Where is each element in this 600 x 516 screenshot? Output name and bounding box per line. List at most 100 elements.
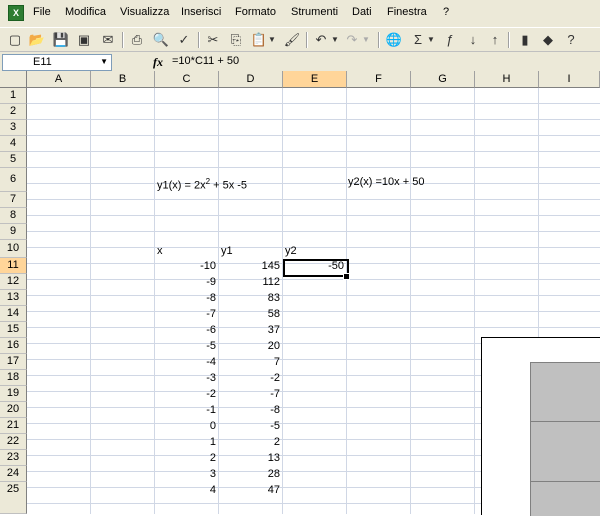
- y1-value-cell[interactable]: -8: [219, 402, 280, 418]
- row-header[interactable]: 18: [0, 370, 27, 386]
- row-header[interactable]: 5: [0, 152, 27, 168]
- formula-input[interactable]: =10*C11 + 50: [172, 55, 239, 67]
- x-value-cell[interactable]: -10: [155, 258, 216, 274]
- y1-value-cell[interactable]: -7: [219, 386, 280, 402]
- menu-help[interactable]: ?: [443, 6, 449, 18]
- row-header[interactable]: 4: [0, 136, 27, 152]
- column-header-g[interactable]: G: [411, 71, 475, 88]
- menu-inserisci[interactable]: Inserisci: [181, 6, 221, 18]
- x-value-cell[interactable]: -4: [155, 354, 216, 370]
- paste-dropdown-icon[interactable]: ▼: [267, 31, 277, 49]
- chevron-down-icon[interactable]: ▼: [100, 57, 108, 66]
- y1-value-cell[interactable]: -5: [219, 418, 280, 434]
- spelling-icon[interactable]: ✓: [175, 31, 193, 49]
- drawing-icon[interactable]: ◆: [539, 31, 557, 49]
- format-painter-icon[interactable]: 🖌: [283, 31, 301, 49]
- row-header[interactable]: 1: [0, 88, 27, 104]
- menu-finestra[interactable]: Finestra: [387, 6, 427, 18]
- menu-modifica[interactable]: Modifica: [65, 6, 106, 18]
- x-value-cell[interactable]: -5: [155, 338, 216, 354]
- row-header[interactable]: 9: [0, 224, 27, 240]
- row-header[interactable]: 6: [0, 168, 27, 192]
- x-value-cell[interactable]: 0: [155, 418, 216, 434]
- select-all-corner[interactable]: [0, 71, 27, 88]
- name-box[interactable]: E11 ▼: [2, 54, 112, 71]
- sort-ascending-icon[interactable]: ↓: [464, 31, 482, 49]
- redo-icon[interactable]: ↷: [343, 31, 361, 49]
- y1-value-cell[interactable]: 112: [219, 274, 280, 290]
- row-header[interactable]: 23: [0, 450, 27, 466]
- copy-icon[interactable]: ⎘: [227, 31, 245, 49]
- print-preview-icon[interactable]: 🔍: [152, 31, 170, 49]
- row-header[interactable]: 19: [0, 386, 27, 402]
- row-header[interactable]: 25: [0, 482, 27, 514]
- row-header[interactable]: 14: [0, 306, 27, 322]
- column-header-a[interactable]: A: [27, 71, 91, 88]
- y1-value-cell[interactable]: 145: [219, 258, 280, 274]
- row-header[interactable]: 8: [0, 208, 27, 224]
- row-header[interactable]: 11: [0, 258, 27, 274]
- y1-value-cell[interactable]: 37: [219, 322, 280, 338]
- menu-visualizza[interactable]: Visualizza: [120, 6, 169, 18]
- column-header-f[interactable]: F: [347, 71, 411, 88]
- sort-descending-icon[interactable]: ↑: [486, 31, 504, 49]
- row-header[interactable]: 7: [0, 192, 27, 208]
- function-wizard-icon[interactable]: ƒ: [441, 31, 459, 49]
- y1-value-cell[interactable]: 83: [219, 290, 280, 306]
- excel-app-icon[interactable]: X: [8, 5, 24, 21]
- row-header[interactable]: 20: [0, 402, 27, 418]
- column-header-h[interactable]: H: [475, 71, 539, 88]
- chart-wizard-icon[interactable]: ▮: [516, 31, 534, 49]
- fill-handle[interactable]: [343, 273, 350, 280]
- x-value-cell[interactable]: -7: [155, 306, 216, 322]
- row-header[interactable]: 12: [0, 274, 27, 290]
- row-header[interactable]: 2: [0, 104, 27, 120]
- row-header[interactable]: 3: [0, 120, 27, 136]
- y1-value-cell[interactable]: 13: [219, 450, 280, 466]
- x-value-cell[interactable]: -2: [155, 386, 216, 402]
- y1-value-cell[interactable]: -2: [219, 370, 280, 386]
- save-icon[interactable]: 💾: [52, 31, 70, 49]
- menu-formato[interactable]: Formato: [235, 6, 276, 18]
- cut-icon[interactable]: ✂: [204, 31, 222, 49]
- menu-strumenti[interactable]: Strumenti: [291, 6, 338, 18]
- row-header[interactable]: 24: [0, 466, 27, 482]
- permission-icon[interactable]: ▣: [75, 31, 93, 49]
- hyperlink-icon[interactable]: 🌐: [385, 31, 403, 49]
- column-header-c[interactable]: C: [155, 71, 219, 88]
- menu-dati[interactable]: Dati: [352, 6, 372, 18]
- new-icon[interactable]: ▢: [6, 31, 24, 49]
- embedded-chart[interactable]: [481, 337, 600, 516]
- column-header-d[interactable]: D: [219, 71, 283, 88]
- y1-value-cell[interactable]: 7: [219, 354, 280, 370]
- x-value-cell[interactable]: -3: [155, 370, 216, 386]
- row-header[interactable]: 10: [0, 240, 27, 258]
- help-icon[interactable]: ?: [562, 31, 580, 49]
- row-header[interactable]: 16: [0, 338, 27, 354]
- autosum-dropdown-icon[interactable]: ▼: [426, 31, 436, 49]
- print-icon[interactable]: ⎙: [128, 31, 146, 49]
- row-header[interactable]: 15: [0, 322, 27, 338]
- x-value-cell[interactable]: 1: [155, 434, 216, 450]
- paste-icon[interactable]: 📋: [250, 31, 268, 49]
- redo-dropdown-icon[interactable]: ▼: [361, 31, 371, 49]
- x-value-cell[interactable]: -9: [155, 274, 216, 290]
- undo-icon[interactable]: ↶: [312, 31, 330, 49]
- column-header-b[interactable]: B: [91, 71, 155, 88]
- open-icon[interactable]: 📂: [28, 31, 46, 49]
- active-cell-border[interactable]: [283, 259, 349, 277]
- x-value-cell[interactable]: 4: [155, 482, 216, 498]
- x-value-cell[interactable]: 2: [155, 450, 216, 466]
- column-header-i[interactable]: I: [539, 71, 600, 88]
- undo-dropdown-icon[interactable]: ▼: [330, 31, 340, 49]
- chart-plot-area[interactable]: [530, 362, 600, 516]
- y1-value-cell[interactable]: 2: [219, 434, 280, 450]
- row-header[interactable]: 13: [0, 290, 27, 306]
- column-header-e[interactable]: E: [283, 71, 347, 88]
- menu-file[interactable]: File: [33, 6, 51, 18]
- email-icon[interactable]: ✉: [99, 31, 117, 49]
- y1-value-cell[interactable]: 28: [219, 466, 280, 482]
- x-value-cell[interactable]: 3: [155, 466, 216, 482]
- y1-value-cell[interactable]: 20: [219, 338, 280, 354]
- x-value-cell[interactable]: -6: [155, 322, 216, 338]
